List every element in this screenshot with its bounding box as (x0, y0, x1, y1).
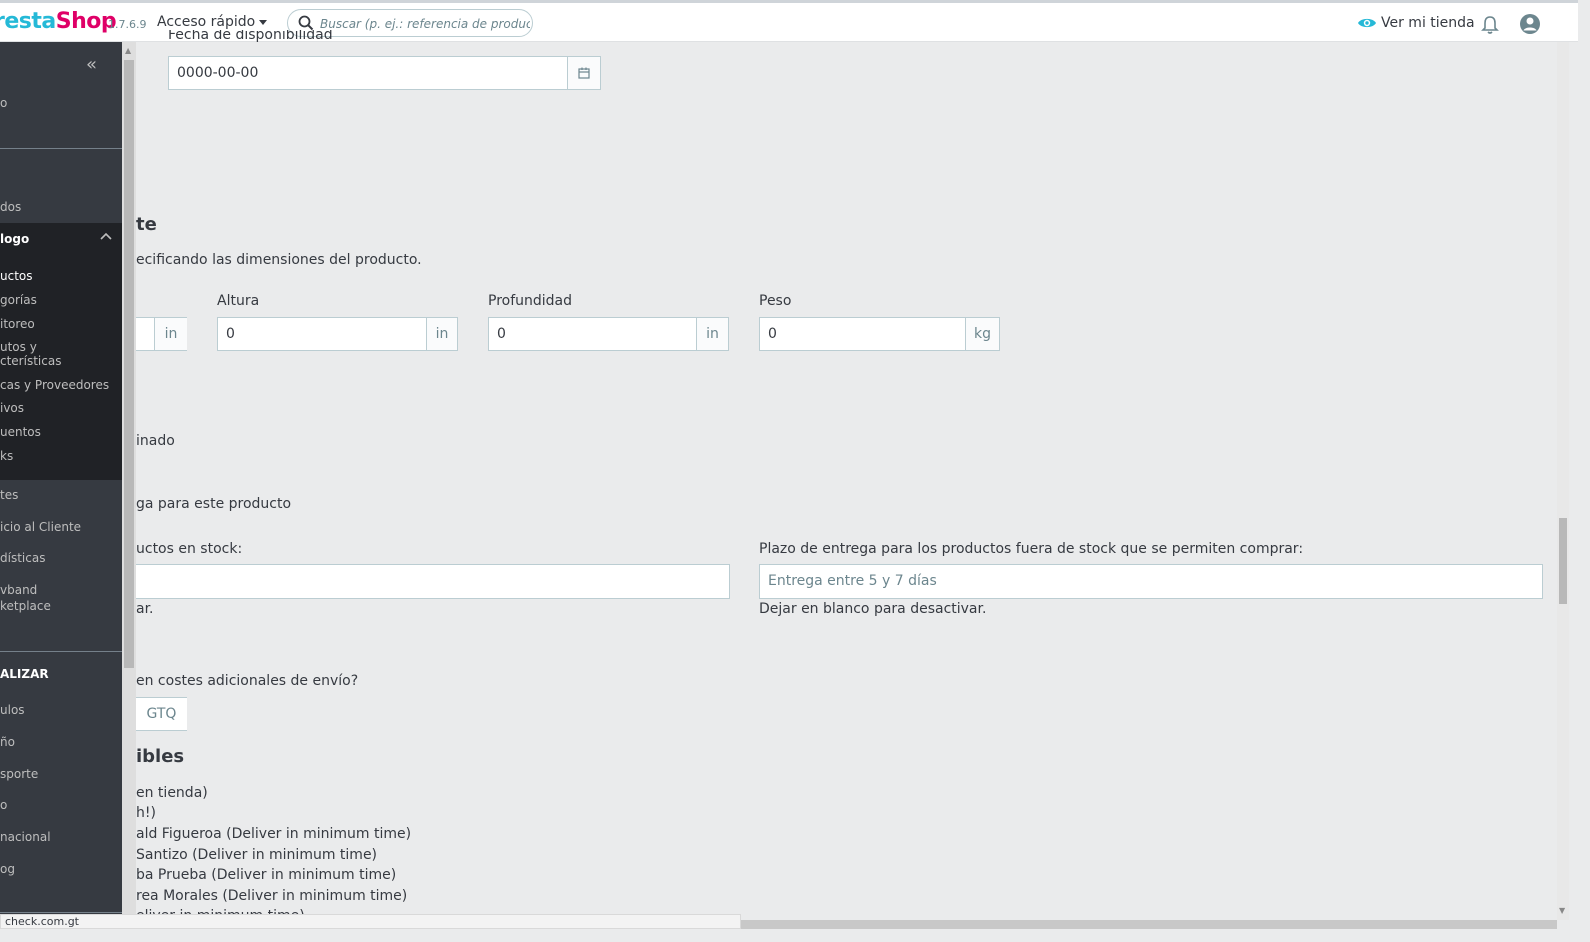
package-section-title: te (136, 214, 157, 235)
collapse-sidebar-icon[interactable]: « (86, 54, 97, 75)
bell-icon[interactable] (1481, 15, 1499, 35)
sidebar-scrollbar-thumb[interactable] (124, 60, 134, 668)
carrier-option[interactable]: ba Prueba (Deliver in minimum time) (136, 867, 396, 883)
sidebar-subitem-files[interactable]: ivos (0, 401, 24, 415)
carrier-option[interactable]: rea Morales (Deliver in minimum time) (136, 888, 407, 904)
availability-date-label: Fecha de disponibilidad (168, 30, 333, 42)
sidebar-item-international[interactable]: nacional (0, 830, 51, 844)
view-store-label: Ver mi tienda (1381, 15, 1475, 31)
oos-delivery-input[interactable]: Entrega entre 5 y 7 días (759, 564, 1543, 599)
sidebar-item-payment[interactable]: o (0, 798, 7, 812)
page-scrollbar[interactable]: ▼ (1557, 42, 1569, 920)
height-input[interactable]: 0 in (217, 317, 458, 351)
sidebar: « o dos logo uctos gorías itoreo utos y … (0, 42, 122, 915)
caret-down-icon (259, 19, 268, 25)
availability-date-value: 0000-00-00 (177, 65, 259, 81)
sidebar-divider (0, 148, 122, 149)
sidebar-item-shipping[interactable]: sporte (0, 767, 38, 781)
delivery-specific-option-label[interactable]: ga para este producto (136, 496, 291, 512)
height-label: Altura (217, 293, 260, 309)
sidebar-subitem-categories[interactable]: gorías (0, 293, 37, 307)
instock-delivery-input[interactable] (136, 564, 730, 599)
sidebar-divider (0, 912, 122, 913)
sidebar-item-orders[interactable]: dos (0, 200, 21, 214)
sidebar-subitem-features[interactable]: cterísticas (0, 354, 61, 368)
depth-input[interactable]: 0 in (488, 317, 729, 351)
oos-delivery-label: Plazo de entrega para los productos fuer… (759, 541, 1304, 557)
sidebar-item-statistics[interactable]: dísticas (0, 551, 45, 565)
carrier-option[interactable]: h!) (136, 805, 156, 821)
carrier-option[interactable]: en tienda) (136, 785, 208, 801)
additional-shipping-input[interactable]: GTQ (136, 697, 187, 731)
version-label: 1.7.6.9 (108, 18, 147, 31)
sidebar-item-customer-service[interactable]: icio al Cliente (0, 520, 81, 534)
view-store-link[interactable]: Ver mi tienda (1357, 15, 1475, 31)
calendar-icon (578, 67, 590, 79)
depth-unit: in (696, 318, 728, 350)
sidebar-item-design[interactable]: ño (0, 735, 15, 749)
sidebar-item-catalog[interactable]: logo (0, 232, 29, 246)
user-account-icon[interactable] (1519, 13, 1541, 35)
browser-status-url: check.com.gt (0, 914, 741, 929)
scroll-down-arrow-icon[interactable]: ▼ (1559, 906, 1565, 915)
carriers-section-title: ibles (136, 746, 185, 767)
sidebar-subitem-monitoring[interactable]: itoreo (0, 317, 35, 331)
sidebar-section-personalize: ALIZAR (0, 667, 49, 681)
height-value: 0 (226, 326, 235, 342)
sidebar-subitem-brands[interactable]: cas y Proveedores (0, 378, 109, 392)
bottom-strip (0, 929, 1590, 942)
width-unit: in (154, 318, 187, 350)
sidebar-subitem-stocks[interactable]: ks (0, 449, 13, 463)
oos-delivery-help: Dejar en blanco para desactivar. (759, 601, 987, 617)
page-scrollbar-thumb[interactable] (1559, 518, 1567, 604)
instock-delivery-help: ar. (136, 601, 154, 617)
weight-label: Peso (759, 293, 792, 309)
chevron-up-icon[interactable] (100, 232, 112, 240)
eye-icon (1358, 18, 1376, 28)
package-description: ecificando las dimensiones del producto. (136, 252, 422, 268)
currency-label: GTQ (136, 698, 187, 730)
calendar-button[interactable] (567, 57, 600, 89)
availability-date-input[interactable]: 0000-00-00 (168, 56, 601, 90)
sidebar-item-marketplace[interactable]: ketplace (0, 599, 51, 613)
quick-access-label: Acceso rápido (157, 14, 256, 30)
scroll-up-arrow-icon[interactable]: ▲ (125, 46, 131, 55)
sidebar-item[interactable]: o (0, 96, 7, 110)
search-icon (298, 15, 314, 31)
instock-delivery-label: uctos en stock: (136, 541, 243, 557)
weight-unit: kg (965, 318, 999, 350)
weight-value: 0 (768, 326, 777, 342)
height-unit: in (426, 318, 457, 350)
sidebar-subitem-products[interactable]: uctos (0, 269, 33, 283)
sidebar-item-ovband[interactable]: vband (0, 583, 37, 597)
sidebar-item-customers[interactable]: tes (0, 488, 18, 502)
search-input[interactable] (318, 13, 532, 35)
oos-delivery-placeholder: Entrega entre 5 y 7 días (768, 573, 937, 589)
carrier-option[interactable]: Santizo (Deliver in minimum time) (136, 847, 377, 863)
sidebar-subitem-discounts[interactable]: uentos (0, 425, 41, 439)
depth-value: 0 (497, 326, 506, 342)
width-input[interactable]: in (136, 317, 187, 351)
sidebar-scrollbar[interactable]: ▲ (122, 42, 136, 915)
weight-input[interactable]: 0 kg (759, 317, 1000, 351)
sidebar-divider (0, 651, 122, 652)
sidebar-subitem-attributes[interactable]: utos y (0, 340, 37, 354)
delivery-option-label[interactable]: inado (136, 433, 175, 449)
prestashop-logo[interactable]: restaShop (0, 9, 117, 34)
quick-access-menu[interactable]: Acceso rápido (157, 14, 268, 30)
additional-shipping-label: en costes adicionales de envío? (136, 673, 359, 689)
depth-label: Profundidad (488, 293, 573, 309)
sidebar-item-modules[interactable]: ulos (0, 703, 25, 717)
sidebar-item-blog[interactable]: og (0, 862, 15, 876)
carrier-option[interactable]: ald Figueroa (Deliver in minimum time) (136, 826, 411, 842)
